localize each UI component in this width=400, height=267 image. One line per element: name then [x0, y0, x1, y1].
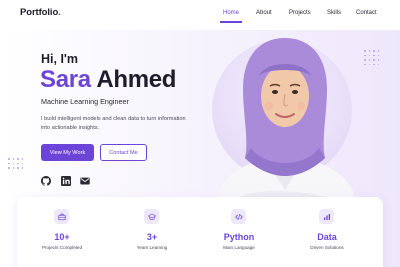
- hero-role: Machine Learning Engineer: [41, 97, 129, 106]
- stat-language: Python Main Language: [194, 197, 284, 257]
- nav-item-home[interactable]: Home: [223, 10, 239, 16]
- linkedin-icon[interactable]: [61, 173, 71, 186]
- email-icon[interactable]: [80, 173, 90, 185]
- profile-photo: [215, 38, 357, 210]
- hero-description: I build intelligent models and clean dat…: [41, 116, 186, 131]
- nav-item-contact[interactable]: Contact: [356, 10, 377, 16]
- hero-last-name: Ahmed: [96, 66, 177, 93]
- github-icon[interactable]: [41, 173, 51, 186]
- active-nav-indicator: [220, 21, 242, 23]
- code-icon: [231, 209, 246, 224]
- briefcase-icon: [54, 209, 69, 224]
- graduation-cap-icon: [144, 209, 159, 224]
- database-icon: [319, 209, 334, 224]
- stat-label: Driven Solutions: [310, 245, 344, 250]
- hero-greeting: Hi, I'm: [41, 52, 79, 66]
- view-my-work-button[interactable]: View My Work: [41, 144, 94, 161]
- nav-item-skills[interactable]: Skills: [327, 10, 341, 16]
- stat-label: Main Language: [223, 245, 255, 250]
- hero-first-name: Sara: [40, 66, 91, 93]
- stat-value: 10+: [54, 232, 70, 242]
- decorative-dot-grid-left: [8, 158, 24, 169]
- stat-label: Years Learning: [136, 245, 168, 250]
- stats-card: 10+ Projects Completed 3+ Years Learning…: [17, 197, 383, 267]
- contact-me-button[interactable]: Contact Me: [100, 144, 147, 161]
- stat-years: 3+ Years Learning: [107, 197, 197, 257]
- nav-links: Home About Projects Skills Contact: [0, 10, 400, 22]
- decorative-dot-grid-right: [364, 50, 380, 66]
- stat-value: 3+: [146, 232, 158, 242]
- stat-projects: 10+ Projects Completed: [17, 197, 107, 257]
- stat-data: Data Driven Solutions: [282, 197, 372, 257]
- hero-name: Sara Ahmed: [40, 66, 176, 94]
- stat-value: Data: [317, 232, 337, 242]
- nav-item-about[interactable]: About: [256, 10, 272, 16]
- top-navbar: Portfolio. Home About Projects Skills Co…: [0, 0, 400, 30]
- stat-label: Projects Completed: [41, 245, 83, 250]
- nav-item-projects[interactable]: Projects: [289, 10, 311, 16]
- stat-value: Python: [223, 232, 255, 242]
